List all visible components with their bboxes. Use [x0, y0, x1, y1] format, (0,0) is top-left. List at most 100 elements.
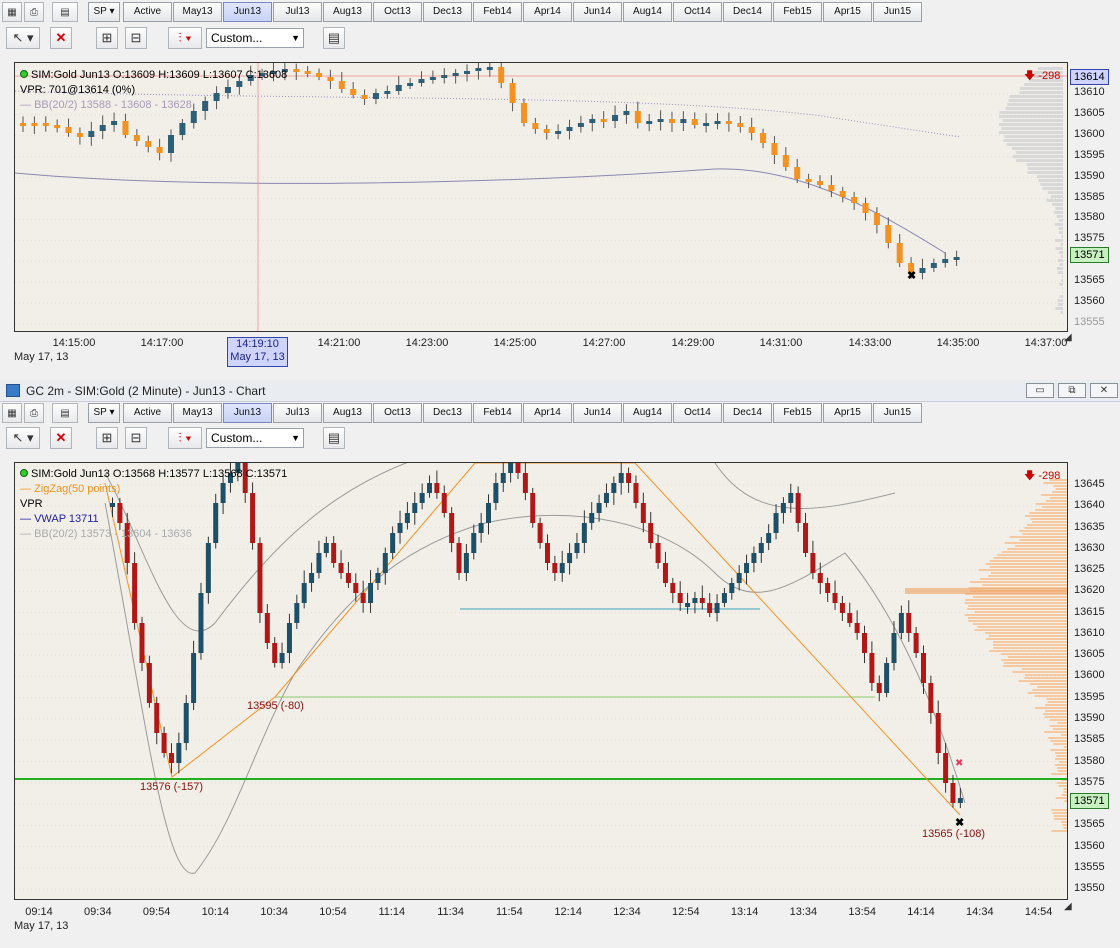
bottom-bb-line: BB(20/2) 13573 - 13604 - 13636	[34, 528, 192, 540]
candle	[65, 127, 72, 133]
bar-type-icon[interactable]: ⫶ ▾	[168, 27, 202, 49]
volume-profile-bar	[985, 632, 1067, 634]
candle	[382, 553, 388, 573]
contract-tab-oct14[interactable]: Oct14	[673, 403, 722, 423]
candle	[520, 103, 527, 123]
print-icon[interactable]: ⎙	[24, 403, 44, 423]
contract-tab-may13[interactable]: May13	[173, 403, 222, 423]
indicators-icon[interactable]: ⊞	[96, 27, 118, 49]
bottom-x-tick-label: 11:14	[378, 906, 406, 918]
contract-tab-aug14[interactable]: Aug14	[623, 2, 672, 22]
contract-tab-jun15[interactable]: Jun15	[873, 2, 922, 22]
properties-icon[interactable]: ▤	[323, 27, 345, 49]
contract-tab-jun13[interactable]: Jun13	[223, 403, 272, 423]
contract-tab-feb14[interactable]: Feb14	[473, 403, 522, 423]
volume-profile-bar	[1051, 773, 1067, 775]
candle	[316, 553, 322, 573]
volume-profile-bar	[1025, 515, 1067, 517]
contract-tab-dec14[interactable]: Dec14	[723, 403, 772, 423]
candle	[486, 503, 492, 523]
contract-tab-active[interactable]: Active	[123, 2, 172, 22]
contract-tab-oct14[interactable]: Oct14	[673, 2, 722, 22]
candle	[294, 603, 300, 623]
volume-profile-bar	[1021, 668, 1067, 670]
top-y-tick-label: 13575	[1074, 232, 1105, 245]
contract-tab-feb15[interactable]: Feb15	[773, 2, 822, 22]
contract-tab-active[interactable]: Active	[123, 403, 172, 423]
volume-profile-bar	[1018, 680, 1067, 682]
volume-profile-bar	[1034, 695, 1067, 697]
close-button[interactable]: ✕	[1090, 383, 1118, 398]
volume-profile-bar	[989, 650, 1067, 652]
candle	[161, 733, 167, 753]
candle	[471, 533, 477, 553]
contract-tab-apr15[interactable]: Apr15	[823, 2, 872, 22]
template-dropdown[interactable]: Custom... ▼	[206, 28, 304, 48]
contract-tab-jul13[interactable]: Jul13	[273, 2, 322, 22]
contract-tab-jun14[interactable]: Jun14	[573, 403, 622, 423]
contract-tab-jun14[interactable]: Jun14	[573, 2, 622, 22]
bottom-date-label: May 17, 13	[14, 920, 69, 932]
strategies-icon[interactable]: ⊟	[125, 27, 147, 49]
bottom-x-tick-label: 14:14	[907, 906, 935, 918]
volume-profile-bar	[1055, 307, 1063, 310]
top-vpr-line: VPR: 701@13614 (0%)	[20, 84, 136, 96]
candle	[898, 613, 904, 633]
instrument-dropdown[interactable]: SP ▾	[88, 403, 120, 423]
contract-tab-apr14[interactable]: Apr14	[523, 403, 572, 423]
restore-button[interactable]: ⧉	[1058, 383, 1086, 398]
top-x-tick-label: 14:17:00	[140, 337, 184, 349]
volume-profile-bar	[1063, 827, 1067, 829]
contract-tab-dec14[interactable]: Dec14	[723, 2, 772, 22]
print-icon[interactable]: ⎙	[24, 2, 44, 22]
contract-tab-aug13[interactable]: Aug13	[323, 403, 372, 423]
contract-tab-oct13[interactable]: Oct13	[373, 2, 422, 22]
chart-icon[interactable]: ▦	[2, 2, 22, 22]
contract-tab-jul13[interactable]: Jul13	[273, 403, 322, 423]
indicators-icon[interactable]: ⊞	[96, 427, 118, 449]
volume-profile-bar	[1053, 211, 1063, 214]
contract-tab-aug14[interactable]: Aug14	[623, 403, 672, 423]
top-resize-handle[interactable]: ◢	[1064, 332, 1072, 343]
contract-tab-apr15[interactable]: Apr15	[823, 403, 872, 423]
volume-profile-bar	[1058, 227, 1063, 230]
pointer-icon[interactable]: ↖ ▾	[6, 427, 40, 449]
volume-profile-bar	[1055, 247, 1063, 250]
pointer-icon[interactable]: ↖ ▾	[6, 27, 40, 49]
candle	[935, 713, 941, 753]
contract-tab-oct13[interactable]: Oct13	[373, 403, 422, 423]
bottom-x-tick-label: 09:34	[84, 906, 112, 918]
data-box-icon[interactable]: ▤	[52, 403, 78, 423]
contract-tab-apr14[interactable]: Apr14	[523, 2, 572, 22]
candle	[361, 95, 368, 99]
volume-profile-bar	[999, 111, 1063, 114]
instrument-label: SP	[93, 6, 107, 17]
bottom-resize-handle[interactable]: ◢	[1064, 901, 1072, 912]
candle	[372, 93, 379, 99]
contract-tab-jun15[interactable]: Jun15	[873, 403, 922, 423]
contract-tab-feb14[interactable]: Feb14	[473, 2, 522, 22]
properties-icon[interactable]: ▤	[323, 427, 345, 449]
template-dropdown[interactable]: Custom... ▼	[206, 428, 304, 448]
contract-tab-dec13[interactable]: Dec13	[423, 2, 472, 22]
delete-icon[interactable]: ✕	[50, 27, 72, 49]
volume-profile-bar	[1067, 806, 1068, 808]
volume-profile-bar	[1051, 809, 1067, 811]
contract-tab-aug13[interactable]: Aug13	[323, 2, 372, 22]
data-box-icon[interactable]: ▤	[52, 2, 78, 22]
strategies-icon[interactable]: ⊟	[125, 427, 147, 449]
top-y-tick-label: 13595	[1074, 148, 1105, 161]
bar-type-icon[interactable]: ⫶ ▾	[168, 427, 202, 449]
volume-profile-bar	[1042, 187, 1063, 190]
minimize-button[interactable]: ▭	[1026, 383, 1054, 398]
volume-profile-bar	[1058, 231, 1063, 234]
contract-tab-feb15[interactable]: Feb15	[773, 403, 822, 423]
instrument-dropdown[interactable]: SP ▾	[88, 2, 120, 22]
contract-tab-dec13[interactable]: Dec13	[423, 403, 472, 423]
chart-icon[interactable]: ▦	[2, 403, 22, 423]
contract-tab-jun13[interactable]: Jun13	[223, 2, 272, 22]
volume-profile-bar	[1049, 497, 1067, 499]
delete-icon[interactable]: ✕	[50, 427, 72, 449]
contract-tab-may13[interactable]: May13	[173, 2, 222, 22]
zigzag-line: ZigZag(50 points)	[34, 483, 121, 495]
